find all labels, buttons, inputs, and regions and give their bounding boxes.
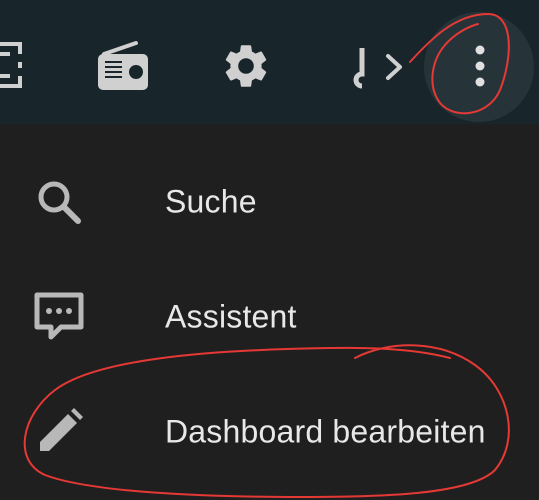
menu-item-label: Suche bbox=[165, 183, 257, 219]
assistant-chat-icon bbox=[32, 290, 86, 344]
app-screen: Suche Assistent Dashboard bearbeiten bbox=[0, 0, 539, 500]
pencil-icon bbox=[32, 405, 86, 459]
overflow-menu: Suche Assistent Dashboard bearbeiten bbox=[0, 124, 539, 500]
gear-icon[interactable] bbox=[220, 40, 272, 92]
search-icon bbox=[32, 175, 86, 229]
toolbar bbox=[0, 0, 539, 124]
screen-frame-icon[interactable] bbox=[0, 40, 24, 90]
menu-item-search[interactable]: Suche bbox=[0, 144, 539, 259]
radio-icon[interactable] bbox=[96, 40, 150, 92]
menu-item-label: Assistent bbox=[165, 298, 297, 334]
menu-item-label: Dashboard bearbeiten bbox=[165, 413, 486, 449]
code-chevron-icon[interactable] bbox=[352, 44, 412, 90]
menu-item-edit-dashboard[interactable]: Dashboard bearbeiten bbox=[0, 374, 539, 489]
menu-item-assistant[interactable]: Assistent bbox=[0, 259, 539, 374]
more-vert-icon[interactable] bbox=[470, 44, 490, 88]
